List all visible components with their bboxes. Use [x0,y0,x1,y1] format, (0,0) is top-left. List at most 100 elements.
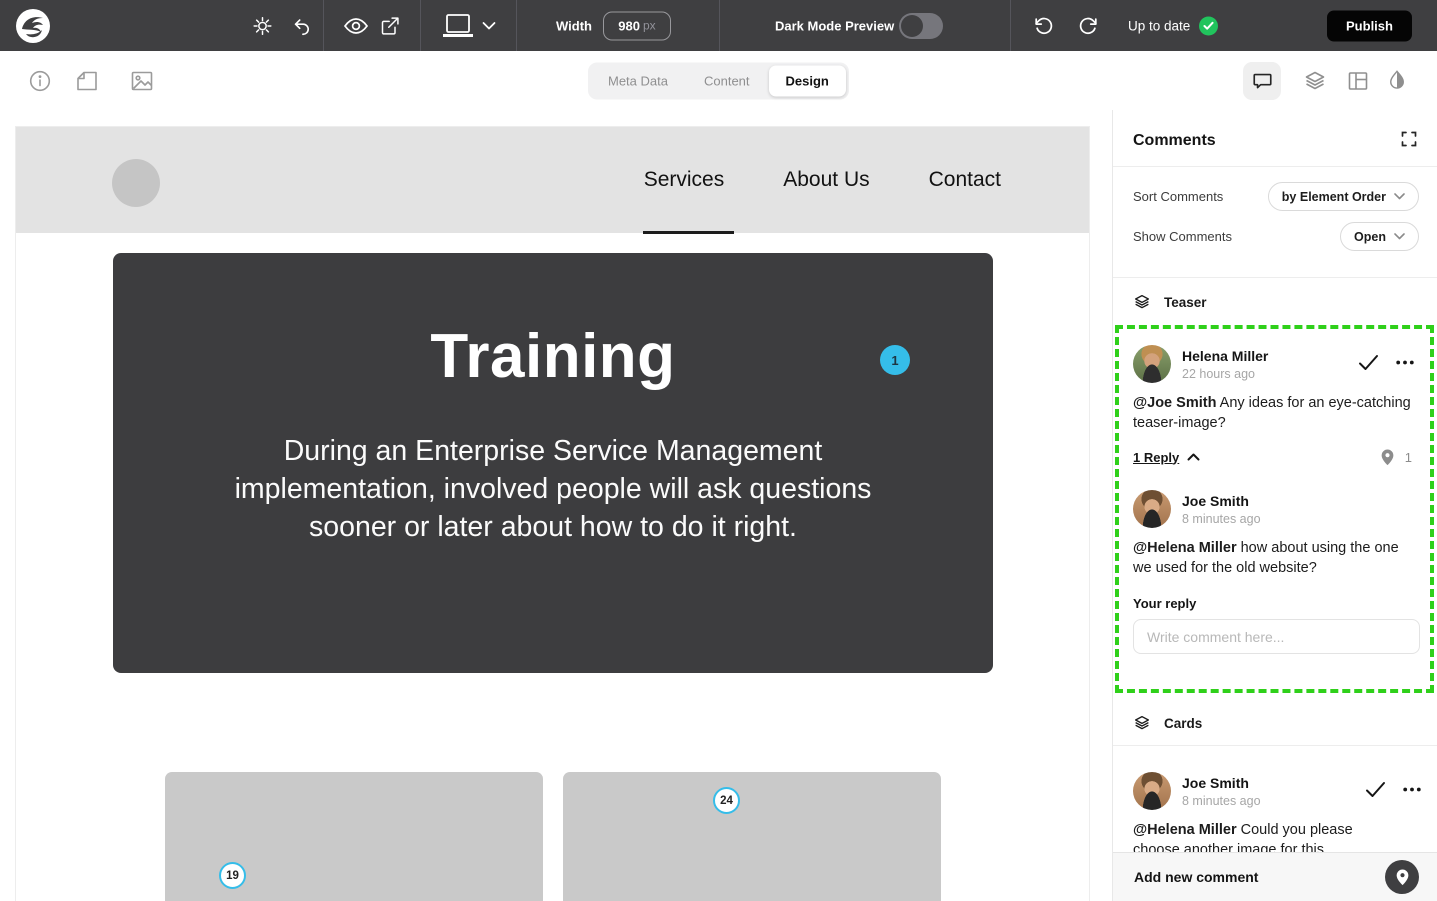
hero-paragraph: During an Enterprise Service Management … [198,432,908,546]
width-label: Width [556,18,592,33]
avatar-helena [1133,345,1171,383]
layers-panel-icon[interactable] [1303,69,1327,93]
comment-marker-1[interactable]: 1 [880,345,910,375]
layout-panel-icon[interactable] [1346,70,1370,92]
hero-title: Training [113,253,993,392]
section-teaser[interactable]: Teaser [1113,278,1437,326]
tab-meta-data[interactable]: Meta Data [591,65,685,96]
marker-number: 1 [1405,450,1412,465]
site-nav: Services About Us Contact [636,127,1009,233]
avatar-joe [1133,772,1171,810]
settings-gear-icon[interactable] [252,15,273,36]
divider [1113,745,1437,746]
site-preview-page[interactable]: Services About Us Contact Training Durin… [16,127,1089,901]
redo-icon[interactable] [1077,15,1099,37]
comment-mention: @Helena Miller [1133,822,1237,838]
layers-icon [1133,293,1151,311]
preview-eye-icon[interactable] [343,15,369,37]
site-logo-placeholder[interactable] [112,159,160,207]
undo-icon[interactable] [1033,15,1055,37]
status-check-icon [1199,16,1218,35]
device-laptop-icon[interactable] [440,12,476,40]
layers-icon [1133,714,1151,732]
status-text: Up to date [1128,18,1190,33]
place-pin-button[interactable] [1385,860,1419,894]
app-logo[interactable] [14,7,52,45]
toolbar-divider [516,0,517,51]
section-cards[interactable]: Cards [1113,699,1437,747]
comment-marker-24[interactable]: 24 [713,787,740,814]
your-reply-label: Your reply [1119,578,1430,611]
secondary-toolbar: Meta Data Content Design [0,51,1437,110]
comment-author: Joe Smith [1182,775,1365,791]
pin-icon [1395,868,1410,886]
contrast-droplet-icon[interactable] [1386,69,1408,93]
reply-body: @Helena Miller how about using the one w… [1119,528,1430,578]
width-value: 980 [618,18,640,33]
resolve-check-icon[interactable] [1365,781,1386,798]
page-icon[interactable] [74,69,100,93]
comment-thread-cards: Joe Smith 8 minutes ago @Helena Miller C… [1113,758,1437,860]
chevron-up-icon[interactable] [1187,453,1200,461]
image-icon[interactable] [129,69,155,93]
comment-body: @Joe Smith Any ideas for an eye-catching… [1119,383,1430,433]
reply-mention: @Helena Miller [1133,540,1237,556]
open-external-icon[interactable] [380,16,400,36]
section-teaser-label: Teaser [1164,295,1207,310]
publish-status: Up to date [1128,16,1218,35]
expand-panel-icon[interactable] [1401,131,1417,152]
show-comments-dropdown[interactable]: Open [1340,222,1419,251]
comments-panel: Comments Sort Comments by Element Order … [1113,110,1437,901]
resolve-check-icon[interactable] [1358,354,1379,371]
chevron-down-icon [1394,233,1405,240]
reply-time: 8 minutes ago [1182,512,1414,526]
replies-toggle[interactable]: 1 Reply [1133,450,1179,465]
nav-item-about-us[interactable]: About Us [775,168,877,192]
site-header: Services About Us Contact [16,127,1089,233]
comments-panel-button[interactable] [1243,62,1281,100]
device-chevron-down-icon[interactable] [482,21,496,30]
toolbar-divider [420,0,421,51]
publish-button[interactable]: Publish [1327,10,1412,41]
add-comment-bar[interactable]: Add new comment [1113,852,1437,901]
card-placeholder-right[interactable]: 24 [563,772,941,901]
tab-design[interactable]: Design [769,65,846,96]
sort-value: by Element Order [1282,190,1386,204]
active-nav-underline [643,231,734,234]
show-comments-label: Show Comments [1133,229,1232,244]
reply-author: Joe Smith [1182,493,1414,509]
info-icon[interactable] [28,69,52,93]
add-comment-label: Add new comment [1134,869,1258,885]
editor-canvas: Services About Us Contact Training Durin… [0,110,1112,901]
card-placeholder-left[interactable]: 19 [165,772,543,901]
comment-time: 8 minutes ago [1182,794,1365,808]
nav-item-contact[interactable]: Contact [921,168,1009,192]
comment-time: 22 hours ago [1182,367,1358,381]
dark-mode-toggle[interactable] [899,13,943,39]
show-value: Open [1354,230,1386,244]
nav-item-services[interactable]: Services [636,168,733,192]
more-options-icon[interactable] [1396,360,1414,365]
width-input[interactable]: 980 px [603,11,671,40]
panel-title: Comments [1133,132,1216,150]
section-cards-label: Cards [1164,716,1202,731]
avatar-joe [1133,490,1171,528]
tab-content[interactable]: Content [687,65,767,96]
sort-comments-label: Sort Comments [1133,189,1223,204]
chevron-down-icon [1394,193,1405,200]
comment-marker-19[interactable]: 19 [219,862,246,889]
sort-comments-dropdown[interactable]: by Element Order [1268,182,1419,211]
toolbar-divider [719,0,720,51]
restore-icon[interactable] [291,15,313,37]
selected-comment-thread: Helena Miller 22 hours ago @Joe Smith An… [1115,325,1434,693]
teaser-hero[interactable]: Training During an Enterprise Service Ma… [113,253,993,673]
toggle-knob [901,15,923,37]
reply-input[interactable] [1133,619,1420,654]
pin-icon [1380,448,1395,466]
top-app-bar: Width 980 px Dark Mode Preview Up to dat… [0,0,1437,51]
comment-author: Helena Miller [1182,348,1358,364]
more-options-icon[interactable] [1403,787,1421,792]
toolbar-divider [323,0,324,51]
comment-mention: @Joe Smith [1133,395,1216,411]
mode-tabs: Meta Data Content Design [588,62,849,99]
